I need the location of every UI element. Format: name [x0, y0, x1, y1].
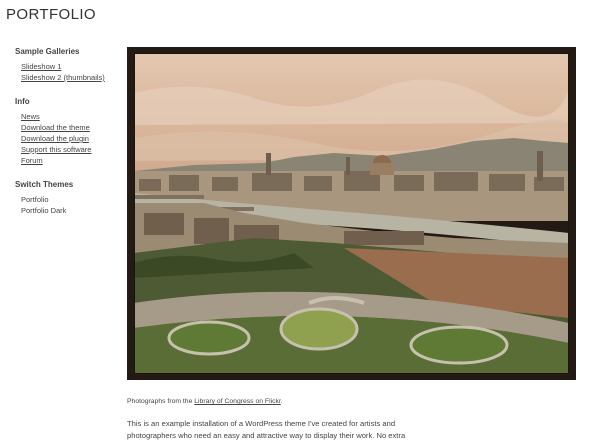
- photo-frame[interactable]: [127, 47, 576, 380]
- sidebar-heading-switch-themes: Switch Themes: [15, 180, 74, 189]
- library-of-congress-link[interactable]: Library of Congress on Flickr: [194, 398, 281, 405]
- sample-galleries-list: Slideshow 1 Slideshow 2 (thumbnails): [21, 61, 120, 83]
- forum-link[interactable]: Forum: [21, 156, 43, 165]
- right-flowerbed: [409, 325, 509, 365]
- intro-line-2: photographers who need an easy and attra…: [127, 431, 406, 440]
- cathedral-base: [370, 163, 394, 175]
- round-flowerbed: [279, 307, 359, 351]
- support-link[interactable]: Support this software: [21, 145, 91, 154]
- slideshow-2-link[interactable]: Slideshow 2 (thumbnails): [21, 73, 105, 82]
- sidebar-item-support: Support this software: [21, 144, 120, 155]
- sidebar-item-news: News: [21, 111, 120, 122]
- switch-themes-list: Portfolio Portfolio Dark: [21, 194, 120, 216]
- portfolio-dark-theme-item[interactable]: Portfolio Dark: [21, 206, 66, 215]
- sidebar-heading-info: Info: [15, 97, 30, 106]
- intro-text: This is an example installation of a Wor…: [127, 418, 427, 441]
- sidebar-item-slideshow-1: Slideshow 1: [21, 61, 120, 72]
- sidebar-item-portfolio-dark: Portfolio Dark: [21, 205, 120, 216]
- photo-caption: Photographs from the Library of Congress…: [127, 398, 283, 405]
- news-link[interactable]: News: [21, 112, 40, 121]
- florence-panorama-photo: [134, 53, 569, 374]
- portfolio-theme-item[interactable]: Portfolio: [21, 195, 49, 204]
- sidebar-heading-sample-galleries: Sample Galleries: [15, 47, 80, 56]
- sidebar-item-forum: Forum: [21, 155, 120, 166]
- sidebar-item-download-theme: Download the theme: [21, 122, 120, 133]
- sidebar-item-portfolio: Portfolio: [21, 194, 120, 205]
- page: PORTFOLIO Sample Galleries Slideshow 1 S…: [0, 0, 600, 441]
- bell-tower: [266, 153, 271, 175]
- intro-line-1: This is an example installation of a Wor…: [127, 419, 396, 428]
- church-spire: [537, 151, 543, 181]
- sidebar-item-download-plugin: Download the plugin: [21, 133, 120, 144]
- sidebar: Sample Galleries Slideshow 1 Slideshow 2…: [15, 47, 120, 230]
- download-theme-link[interactable]: Download the theme: [21, 123, 90, 132]
- site-title[interactable]: PORTFOLIO: [6, 6, 96, 23]
- download-plugin-link[interactable]: Download the plugin: [21, 134, 89, 143]
- sidebar-item-slideshow-2: Slideshow 2 (thumbnails): [21, 72, 120, 83]
- caption-suffix: .: [280, 398, 283, 405]
- left-flowerbed: [167, 320, 251, 356]
- caption-prefix: Photographs from the: [127, 398, 195, 405]
- slideshow-1-link[interactable]: Slideshow 1: [21, 62, 61, 71]
- palazzo-tower: [346, 157, 350, 175]
- info-list: News Download the theme Download the plu…: [21, 111, 120, 166]
